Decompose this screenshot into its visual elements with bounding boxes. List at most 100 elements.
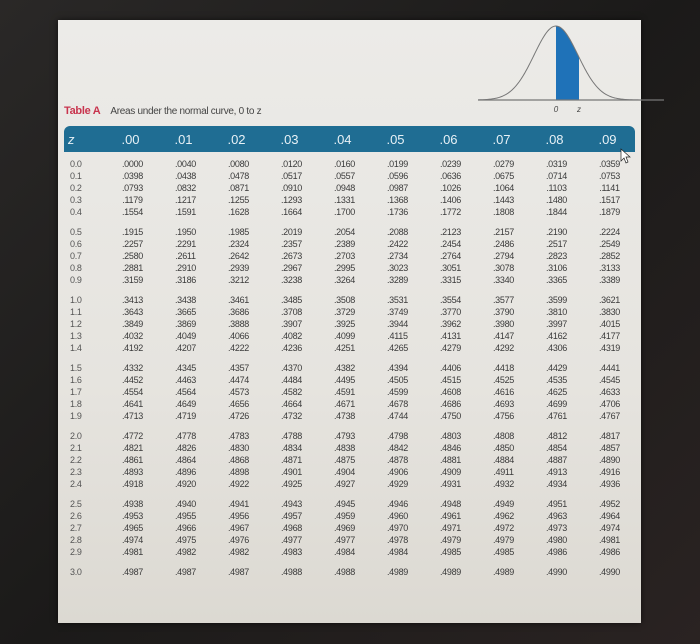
table-row: 1.5 .4332 .4345 .4357 .4370 .4382 .4394 .4406 .4… <box>68 362 636 374</box>
area-value-cell: .2910 <box>174 263 197 273</box>
area-value-cell: .0080 <box>227 159 250 169</box>
area-value-cell: .4896 <box>174 467 197 477</box>
table-label: Table A <box>64 105 101 117</box>
area-value-cell: .4738 <box>333 411 356 421</box>
area-value-cell: .4909 <box>439 467 462 477</box>
area-value-cell: .4406 <box>439 363 462 373</box>
area-value-cell: .3980 <box>492 319 515 329</box>
area-value-cell: .4292 <box>492 343 515 353</box>
area-value-cell: .4279 <box>439 343 462 353</box>
area-value-cell: .4864 <box>174 455 197 465</box>
area-value-cell: .2517 <box>545 239 568 249</box>
area-value-cell: .1736 <box>386 207 409 217</box>
area-value-cell: .4949 <box>492 499 515 509</box>
area-value-cell: .0714 <box>545 171 568 181</box>
area-value-cell: .4686 <box>439 399 462 409</box>
area-value-cell: .4978 <box>386 535 409 545</box>
area-value-cell: .3810 <box>545 307 568 317</box>
area-value-cell: .2224 <box>598 227 621 237</box>
table-row: 2.2 .4861 .4864 .4868 .4871 .4875 .4878 .4881 .4… <box>68 454 636 466</box>
z-value-cell: 1.4 <box>70 343 82 353</box>
z-value-cell: 1.0 <box>70 295 82 305</box>
table-row: 2.7 .4965 .4966 .4967 .4968 .4969 .4970 .4971 .4… <box>68 522 636 534</box>
table-row: 0.4 .1554 .1591 .1628 .1664 .1700 .1736 .1772 .1… <box>68 206 636 218</box>
area-value-cell: .4943 <box>280 499 303 509</box>
area-value-cell: .4812 <box>545 431 568 441</box>
z-value-cell: 0.3 <box>70 195 82 205</box>
column-header: .03 <box>280 131 299 147</box>
area-value-cell: .4989 <box>492 567 515 577</box>
area-value-cell: .4913 <box>545 467 568 477</box>
z-value-cell: 0.1 <box>70 171 82 181</box>
area-value-cell: .4987 <box>174 567 197 577</box>
area-value-cell: .2291 <box>174 239 197 249</box>
area-value-cell: .1141 <box>599 183 620 193</box>
z-value-cell: 2.3 <box>70 467 82 477</box>
shaded-area-0-to-z <box>556 26 579 100</box>
area-value-cell: .4222 <box>227 343 250 353</box>
area-value-cell: .3508 <box>333 295 356 305</box>
area-value-cell: .4830 <box>227 443 250 453</box>
area-value-cell: .4987 <box>121 567 144 577</box>
area-value-cell: .4726 <box>227 411 250 421</box>
area-value-cell: .3621 <box>598 295 621 305</box>
table-row: 0.1 .0398 .0438 .0478 .0517 .0557 .0596 .0636 .0… <box>68 170 636 182</box>
area-value-cell: .4131 <box>439 331 462 341</box>
area-value-cell: .0948 <box>333 183 356 193</box>
area-value-cell: .4887 <box>545 455 568 465</box>
area-value-cell: .3997 <box>545 319 568 329</box>
area-value-cell: .2357 <box>280 239 303 249</box>
area-value-cell: .4967 <box>227 523 250 533</box>
area-value-cell: .4976 <box>227 535 250 545</box>
area-value-cell: .4990 <box>598 567 621 577</box>
area-value-cell: .2995 <box>333 263 356 273</box>
area-value-cell: .3830 <box>598 307 621 317</box>
area-value-cell: .4744 <box>386 411 409 421</box>
area-value-cell: .1217 <box>174 195 197 205</box>
area-value-cell: .4032 <box>121 331 144 341</box>
area-value-cell: .3159 <box>121 275 144 285</box>
group-spacer <box>68 490 636 498</box>
area-value-cell: .3264 <box>333 275 356 285</box>
area-value-cell: .4985 <box>492 547 515 557</box>
area-value-cell: .3686 <box>227 307 250 317</box>
area-value-cell: .4633 <box>598 387 621 397</box>
table-row: 0.3 .1179 .1217 .1255 .1293 .1331 .1368 .1406 .1… <box>68 194 636 206</box>
area-value-cell: .4968 <box>280 523 303 533</box>
area-value-cell: .2852 <box>598 251 621 261</box>
table-row: 1.8 .4641 .4649 .4656 .4664 .4671 .4678 .4686 .4… <box>68 398 636 410</box>
area-value-cell: .4573 <box>227 387 250 397</box>
area-value-cell: .2324 <box>227 239 250 249</box>
area-value-cell: .3238 <box>280 275 303 285</box>
area-value-cell: .4452 <box>121 375 144 385</box>
area-value-cell: .2157 <box>492 227 515 237</box>
area-value-cell: .4066 <box>227 331 250 341</box>
area-value-cell: .4929 <box>386 479 409 489</box>
area-value-cell: .4890 <box>598 455 621 465</box>
area-value-cell: .4418 <box>492 363 515 373</box>
area-value-cell: .0199 <box>386 159 409 169</box>
area-value-cell: .4952 <box>598 499 621 509</box>
normal-table-body: 0.0 .0000 .0040 .0080 .0120 .0160 .0199 .0239 .0… <box>68 158 636 578</box>
area-value-cell: .4974 <box>598 523 621 533</box>
area-value-cell: .1628 <box>227 207 250 217</box>
area-value-cell: .4207 <box>174 343 197 353</box>
column-header: .07 <box>492 131 511 147</box>
z-value-cell: 0.9 <box>70 275 82 285</box>
area-value-cell: .2549 <box>598 239 621 249</box>
area-value-cell: .1844 <box>545 207 568 217</box>
area-value-cell: .2454 <box>439 239 462 249</box>
area-value-cell: .4699 <box>545 399 568 409</box>
z-value-cell: 1.2 <box>70 319 82 329</box>
area-value-cell: .2703 <box>333 251 356 261</box>
table-row: 2.6 .4953 .4955 .4956 .4957 .4959 .4960 .4961 .4… <box>68 510 636 522</box>
area-value-cell: .4616 <box>492 387 515 397</box>
column-header: .06 <box>439 131 458 147</box>
area-value-cell: .4345 <box>174 363 197 373</box>
area-value-cell: .3186 <box>174 275 197 285</box>
area-value-cell: .3849 <box>121 319 144 329</box>
area-value-cell: .4982 <box>174 547 197 557</box>
area-value-cell: .4941 <box>227 499 250 509</box>
area-value-cell: .0910 <box>280 183 303 193</box>
area-value-cell: .4871 <box>280 455 303 465</box>
